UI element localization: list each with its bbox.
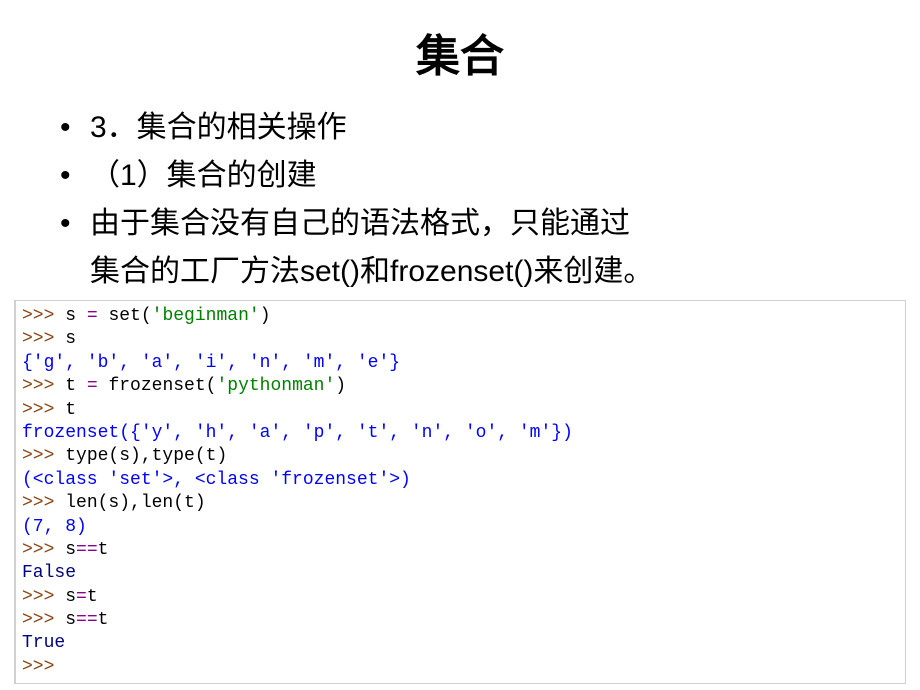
- bullet-3: 由于集合没有自己的语法格式，只能通过 集合的工厂方法set()和frozense…: [60, 200, 880, 296]
- code-line-2: >>> s: [22, 328, 899, 351]
- bullet-2: （1）集合的创建: [60, 152, 880, 200]
- code-line-14: >>> s==t: [22, 609, 899, 632]
- code-line-15: True: [22, 632, 899, 655]
- bullet-1: 3．集合的相关操作: [60, 104, 880, 152]
- code-line-8: (<class 'set'>, <class 'frozenset'>): [22, 469, 899, 492]
- slide-container: 集合 3．集合的相关操作 （1）集合的创建 由于集合没有自己的语法格式，只能通过…: [0, 0, 920, 690]
- code-line-6: frozenset({'y', 'h', 'a', 'p', 't', 'n',…: [22, 422, 899, 445]
- bullet-list: 3．集合的相关操作 （1）集合的创建 由于集合没有自己的语法格式，只能通过 集合…: [0, 104, 920, 296]
- code-line-10: (7, 8): [22, 516, 899, 539]
- code-line-9: >>> len(s),len(t): [22, 492, 899, 515]
- code-line-13: >>> s=t: [22, 586, 899, 609]
- code-line-7: >>> type(s),type(t): [22, 445, 899, 468]
- slide-title: 集合: [0, 20, 920, 84]
- code-line-11: >>> s==t: [22, 539, 899, 562]
- code-line-16: >>>: [22, 656, 899, 679]
- code-line-5: >>> t: [22, 399, 899, 422]
- code-line-12: False: [22, 562, 899, 585]
- code-line-1: >>> s = set('beginman'): [22, 305, 899, 328]
- bullet-3-line2: 集合的工厂方法set()和frozenset()来创建。: [90, 255, 653, 288]
- code-line-4: >>> t = frozenset('pythonman'): [22, 375, 899, 398]
- code-line-3: {'g', 'b', 'a', 'i', 'n', 'm', 'e'}: [22, 352, 899, 375]
- bullet-3-line1: 由于集合没有自己的语法格式，只能通过: [90, 207, 630, 240]
- code-block: >>> s = set('beginman') >>> s {'g', 'b',…: [14, 300, 906, 684]
